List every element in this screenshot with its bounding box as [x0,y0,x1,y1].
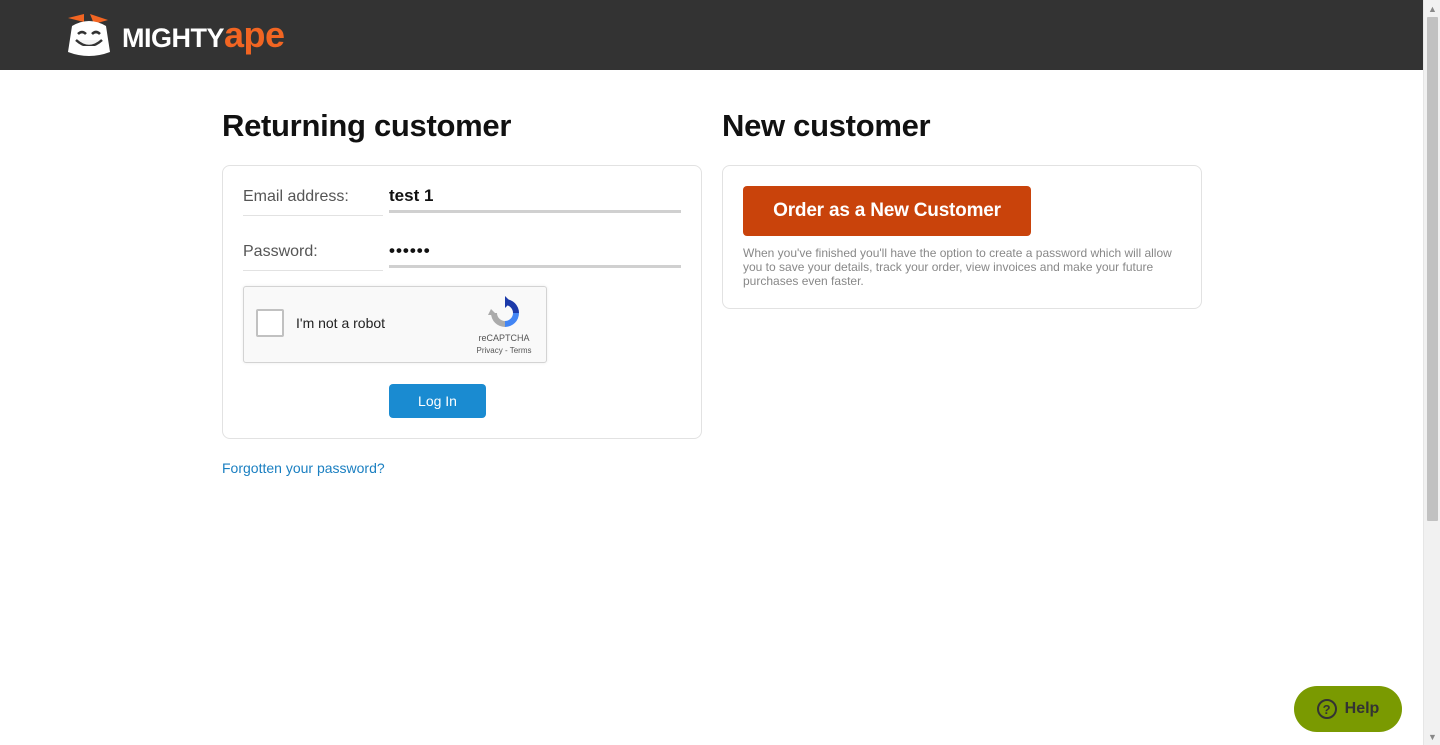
password-label: Password: [243,243,318,260]
logo-mighty-text: MIGHTY [122,23,225,53]
logo-wordmark: MIGHTY ape [122,17,285,53]
scroll-thumb[interactable] [1427,17,1438,521]
forgot-password-link[interactable]: Forgotten your password? [222,460,385,476]
divider [243,270,383,271]
logo-ape-text: ape [224,14,285,55]
login-panel: Email address: Password: I'm not a robot… [222,165,702,439]
new-customer-heading: New customer [722,108,931,143]
recaptcha-checkbox[interactable] [256,309,284,337]
order-as-new-customer-button[interactable]: Order as a New Customer [743,186,1031,236]
help-label: Help [1344,700,1380,717]
mightyape-logo[interactable]: MIGHTY ape [64,12,285,58]
returning-customer-heading: Returning customer [222,108,512,143]
vertical-scrollbar[interactable]: ▲ ▼ [1423,0,1440,745]
help-button[interactable]: ? Help [1294,686,1402,732]
page: MIGHTY ape ▲ ▼ Returning customer New cu… [0,0,1440,745]
scroll-down-arrow-icon[interactable]: ▼ [1424,728,1440,745]
question-circle-icon: ? [1316,699,1337,719]
recaptcha-brand: reCAPTCHA [478,333,530,343]
recaptcha-widget: I'm not a robot reCAPTCHA Privacy - Term… [243,286,547,363]
gorilla-mascot-icon [68,14,110,56]
email-field[interactable] [389,181,681,213]
new-customer-panel: Order as a New Customer When you've fini… [722,165,1202,309]
password-field[interactable] [389,236,681,268]
email-label: Email address: [243,188,349,205]
divider [243,215,383,216]
login-button[interactable]: Log In [389,384,486,418]
new-customer-description: When you've finished you'll have the opt… [743,246,1172,288]
recaptcha-logo-icon [488,296,519,327]
recaptcha-privacy-terms-links[interactable]: Privacy - Terms [468,346,540,355]
recaptcha-label: I'm not a robot [296,315,386,331]
site-header: MIGHTY ape [0,0,1423,70]
scroll-up-arrow-icon[interactable]: ▲ [1424,0,1440,17]
